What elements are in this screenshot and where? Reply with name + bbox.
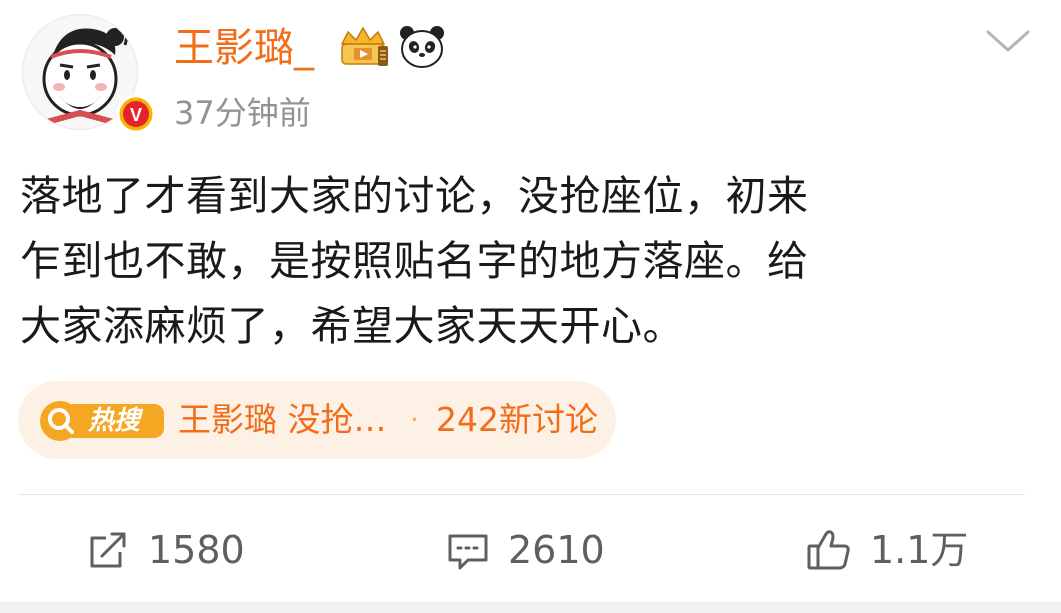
repost-icon <box>90 532 126 568</box>
weibo-post-card: V 王影璐_ 37分钟前 落地了才看到大家的讨论，没抢座位，初来 乍到也不敢，是… <box>0 0 1061 613</box>
repost-count: 1580 <box>148 528 245 572</box>
feed-separator <box>0 602 1061 613</box>
verified-v-icon: V <box>116 94 156 134</box>
comment-button[interactable]: 2610 <box>446 522 606 578</box>
author-name[interactable]: 王影璐_ <box>174 24 314 72</box>
hot-search-link[interactable]: 热搜 王影璐 没抢… · 242新讨论 <box>18 381 616 459</box>
like-button[interactable]: 1.1万 <box>806 522 969 578</box>
hot-search-separator: · <box>410 403 419 436</box>
hot-search-tag-label: 热搜 <box>88 406 141 436</box>
panda-icon[interactable] <box>398 24 446 70</box>
thumbs-up-icon <box>807 530 850 570</box>
post-content: 落地了才看到大家的讨论，没抢座位，初来 乍到也不敢，是按照贴名字的地方落座。给 … <box>20 164 1020 359</box>
author-avatar[interactable]: V <box>22 14 156 134</box>
post-content-line: 落地了才看到大家的讨论，没抢座位，初来 <box>20 172 809 220</box>
comment-count: 2610 <box>508 528 605 572</box>
comment-icon <box>448 534 488 570</box>
post-content-line: 乍到也不敢，是按照贴名字的地方落座。给 <box>20 237 809 285</box>
hot-search-title: 王影璐 没抢… <box>178 400 387 439</box>
action-bar-divider <box>18 494 1025 495</box>
repost-button[interactable]: 1580 <box>86 522 246 578</box>
post-timestamp: 37分钟前 <box>174 94 311 132</box>
hot-search-discussion-count: 242新讨论 <box>436 400 598 439</box>
svg-text:V: V <box>130 105 142 125</box>
chevron-down-icon[interactable] <box>984 26 1032 56</box>
like-count: 1.1万 <box>870 528 969 572</box>
post-content-line: 大家添麻烦了，希望大家天天开心。 <box>20 302 684 350</box>
vip-crown-badge-icon[interactable] <box>334 24 392 72</box>
